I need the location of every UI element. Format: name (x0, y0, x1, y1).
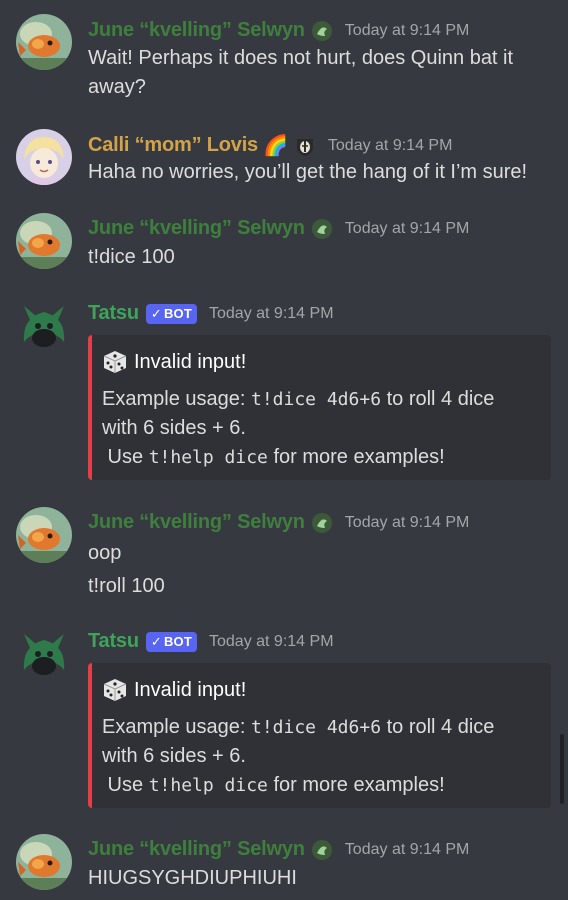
embed-text: Example usage: (102, 388, 251, 410)
message-line: HIUGSYGHDIUPHIUHI (88, 867, 297, 889)
timestamp: Today at 9:14 PM (344, 21, 470, 39)
bot-tag-label: BOT (163, 306, 192, 321)
username[interactable]: June “kvelling” Selwyn (88, 838, 305, 861)
username[interactable]: Calli “mom” Lovis (88, 134, 258, 157)
embed-line: Example usage: t!dice 4d6+6 to roll 4 di… (102, 713, 542, 742)
embed-title-text: Invalid input! (134, 678, 247, 701)
embed-text: for more examples! (267, 446, 445, 468)
timestamp: Today at 9:14 PM (344, 513, 470, 531)
embed-text: for more examples! (267, 774, 445, 796)
embed-text: Use (102, 446, 149, 468)
inline-code: t!dice 4d6+6 (250, 389, 382, 410)
rainbow-emoji: 🌈 (262, 135, 288, 157)
badger-badge-icon[interactable] (294, 135, 316, 157)
inline-code: t!help dice (148, 775, 268, 796)
embed-line: with 6 sides + 6. (102, 417, 246, 439)
message-line: Haha no worries, you’ll get the hang of … (88, 161, 528, 183)
message-line: away? (88, 76, 146, 98)
embed-line: Use t!help dice for more examples! (102, 771, 542, 800)
dice-icon (102, 349, 128, 375)
embed-text: to roll 4 dice (381, 388, 495, 410)
username[interactable]: Tatsu (88, 302, 139, 325)
timestamp: Today at 9:14 PM (327, 136, 453, 154)
message-line: t!roll 100 (88, 575, 165, 597)
embed-title-text: Invalid input! (134, 350, 247, 373)
embed-text: to roll 4 dice (381, 716, 495, 738)
message-content: HIUGSYGHDIUPHIUHI (88, 864, 548, 893)
scrollbar-thumb[interactable] (560, 734, 564, 804)
timestamp: Today at 9:14 PM (344, 840, 470, 858)
embed-title: Invalid input! (102, 677, 246, 703)
green-badge-icon[interactable] (311, 20, 333, 42)
message-content: oop t!roll 100 (88, 537, 548, 603)
chat-message-list: June “kvelling” Selwyn Today at 9:14 PM … (0, 0, 568, 900)
message-line: Wait! Perhaps it does not hurt, does Qui… (88, 47, 514, 69)
verified-check-icon: ✓ (150, 633, 162, 649)
embed-line: Example usage: t!dice 4d6+6 to roll 4 di… (102, 385, 542, 414)
message-content: t!dice 100 (88, 243, 548, 272)
goldfish-avatar-icon[interactable] (16, 507, 72, 563)
inline-code: t!help dice (148, 447, 268, 468)
tatsu-bot-avatar-icon[interactable] (16, 298, 72, 354)
embed-line: Use t!help dice for more examples! (102, 443, 542, 472)
message-content: Wait! Perhaps it does not hurt, does Qui… (88, 44, 548, 102)
goldfish-avatar-icon[interactable] (16, 14, 72, 70)
embed-title: Invalid input! (102, 349, 246, 375)
username[interactable]: Tatsu (88, 630, 139, 653)
embed-text: Example usage: (102, 716, 251, 738)
bot-embed: Invalid input! Example usage: t!dice 4d6… (88, 663, 551, 808)
username[interactable]: June “kvelling” Selwyn (88, 217, 305, 240)
tatsu-bot-avatar-icon[interactable] (16, 626, 72, 682)
green-badge-icon[interactable] (311, 512, 333, 534)
message-line: oop (88, 542, 122, 564)
green-badge-icon[interactable] (311, 839, 333, 861)
bot-tag-label: BOT (163, 634, 192, 649)
timestamp: Today at 9:14 PM (209, 632, 334, 650)
username[interactable]: June “kvelling” Selwyn (88, 511, 305, 534)
inline-code: t!dice 4d6+6 (250, 717, 382, 738)
embed-description: Example usage: t!dice 4d6+6 to roll 4 di… (102, 385, 542, 472)
verified-check-icon: ✓ (150, 305, 162, 321)
username[interactable]: June “kvelling” Selwyn (88, 19, 305, 42)
green-badge-icon[interactable] (311, 218, 333, 240)
timestamp: Today at 9:14 PM (209, 304, 334, 322)
message-content: Haha no worries, you’ll get the hang of … (88, 158, 548, 187)
bot-tag: ✓ BOT (145, 631, 197, 652)
timestamp: Today at 9:14 PM (344, 219, 470, 237)
bot-tag: ✓ BOT (145, 303, 197, 324)
anime-character-avatar-icon[interactable] (16, 129, 72, 185)
embed-description: Example usage: t!dice 4d6+6 to roll 4 di… (102, 713, 542, 800)
bot-embed: Invalid input! Example usage: t!dice 4d6… (88, 335, 551, 480)
embed-line: with 6 sides + 6. (102, 745, 246, 767)
goldfish-avatar-icon[interactable] (16, 834, 72, 890)
goldfish-avatar-icon[interactable] (16, 213, 72, 269)
dice-icon (102, 677, 128, 703)
embed-text: Use (102, 774, 149, 796)
message-line: t!dice 100 (88, 246, 175, 268)
